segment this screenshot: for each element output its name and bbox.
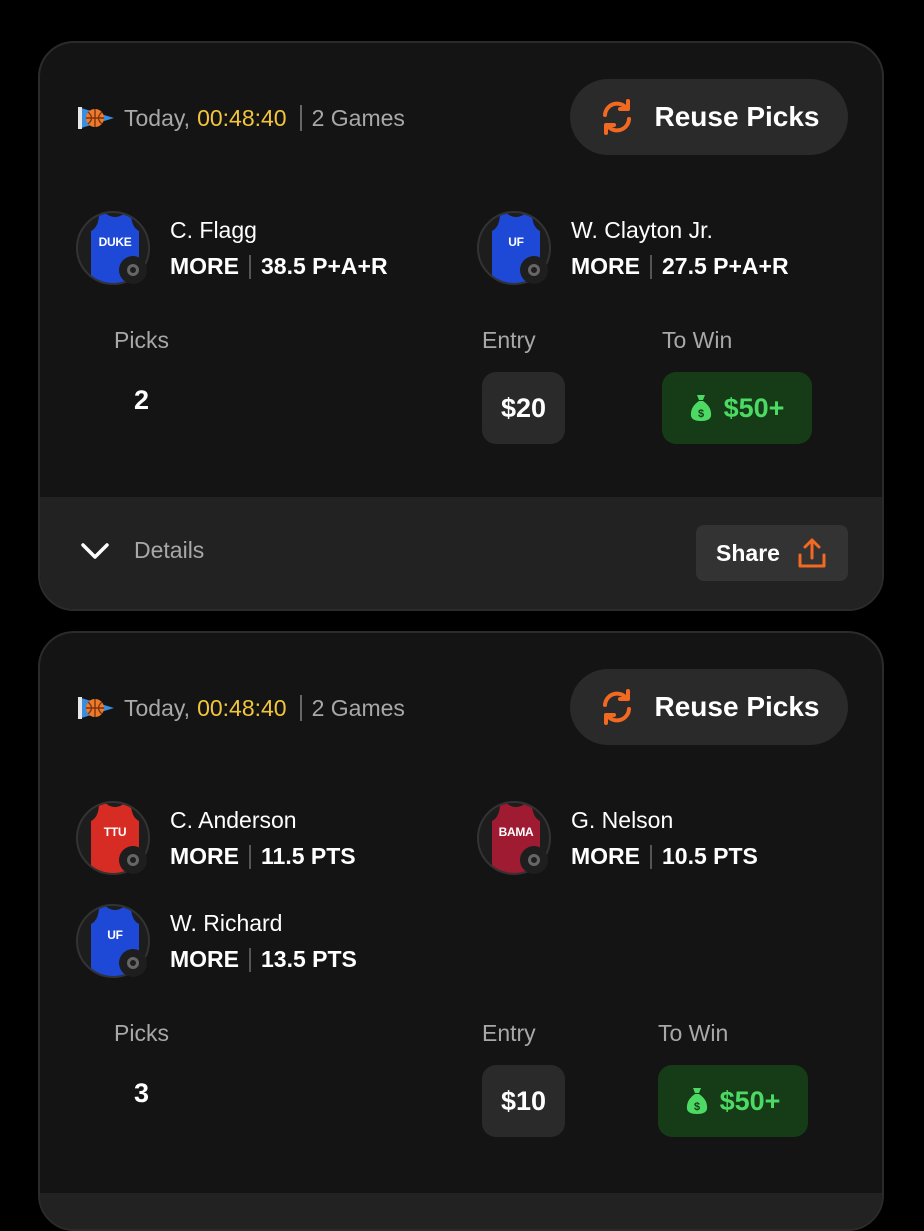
jersey-text: UF — [107, 928, 123, 942]
money-bag-icon — [690, 394, 712, 422]
pick-direction: MORE — [571, 843, 640, 869]
divider — [299, 105, 302, 131]
pick-status-icon — [119, 949, 147, 977]
pick-status-icon — [520, 846, 548, 874]
share-button[interactable]: Share — [696, 525, 848, 581]
share-upload-icon — [798, 538, 826, 568]
money-bag-icon — [686, 1087, 708, 1115]
reuse-picks-button[interactable]: Reuse Picks — [570, 79, 848, 155]
pick-item[interactable]: TTU C. Anderson MORE 11.5 PTS — [76, 801, 436, 881]
to-win-label: To Win — [662, 327, 733, 353]
pick-line: MORE 11.5 PTS — [170, 843, 356, 870]
pick-direction: MORE — [170, 843, 239, 869]
picks-label: Picks — [114, 1020, 169, 1046]
picks-label: Picks — [114, 327, 169, 353]
divider — [249, 844, 251, 869]
date-label: Today, — [124, 694, 191, 721]
pick-direction: MORE — [170, 253, 239, 279]
entry-amount: $10 — [482, 1065, 566, 1137]
jersey-text: TTU — [103, 825, 127, 839]
pick-line: MORE 13.5 PTS — [170, 946, 357, 973]
entry-card[interactable]: Today, 00:48:40 2 Games Reuse Picks DUKE… — [38, 41, 884, 611]
pick-stat-line: 27.5 P+A+R — [662, 253, 789, 279]
pick-line: MORE 27.5 P+A+R — [571, 253, 789, 280]
divider — [299, 695, 302, 721]
divider — [650, 844, 652, 869]
countdown-timer: 00:48:40 — [197, 694, 287, 721]
details-label: Details — [134, 537, 205, 563]
entry-card[interactable]: Today, 00:48:40 2 Games Reuse Picks TTU … — [38, 631, 884, 1231]
pick-direction: MORE — [170, 946, 239, 972]
pick-direction: MORE — [571, 253, 640, 279]
pick-item[interactable]: BAMA G. Nelson MORE 10.5 PTS — [477, 801, 837, 881]
picks-count: 2 — [134, 385, 150, 415]
basketball-pennant-icon — [76, 103, 116, 133]
jersey-text: DUKE — [98, 235, 132, 249]
divider — [249, 947, 251, 972]
entry-header: Today, 00:48:40 2 Games — [76, 103, 405, 133]
jersey-text: UF — [508, 235, 524, 249]
entry-amount: $20 — [482, 372, 566, 444]
card-footer — [40, 1193, 882, 1229]
pick-status-icon — [119, 256, 147, 284]
entry-header: Today, 00:48:40 2 Games — [76, 693, 405, 723]
reuse-picks-label: Reuse Picks — [654, 101, 820, 132]
to-win-value: $50+ — [723, 392, 785, 423]
card-footer: Details Share — [40, 497, 882, 609]
player-name: C. Anderson — [170, 807, 297, 833]
divider — [650, 254, 652, 279]
pick-line: MORE 38.5 P+A+R — [170, 253, 388, 280]
basketball-pennant-icon — [76, 693, 116, 723]
pick-item[interactable]: DUKE C. Flagg MORE 38.5 P+A+R — [76, 211, 436, 291]
jersey-text: BAMA — [498, 825, 534, 839]
reuse-picks-button[interactable]: Reuse Picks — [570, 669, 848, 745]
reuse-picks-label: Reuse Picks — [654, 691, 820, 722]
entry-label: Entry — [482, 327, 536, 353]
refresh-icon — [599, 99, 635, 135]
to-win-label: To Win — [658, 1020, 729, 1046]
pick-status-icon — [119, 846, 147, 874]
picks-count: 3 — [134, 1078, 150, 1108]
to-win-value: $50+ — [719, 1085, 781, 1116]
pick-item[interactable]: UF W. Clayton Jr. MORE 27.5 P+A+R — [477, 211, 837, 291]
countdown-timer: 00:48:40 — [197, 104, 287, 131]
player-name: W. Clayton Jr. — [571, 217, 713, 243]
player-name: W. Richard — [170, 910, 283, 936]
divider — [249, 254, 251, 279]
to-win-amount: $50+ — [658, 1065, 808, 1137]
chevron-down-icon — [81, 542, 109, 559]
pick-line: MORE 10.5 PTS — [571, 843, 758, 870]
pick-stat-line: 13.5 PTS — [261, 946, 357, 972]
games-count: 2 Games — [311, 694, 405, 721]
entry-label: Entry — [482, 1020, 536, 1046]
pick-stat-line: 10.5 PTS — [662, 843, 758, 869]
to-win-amount: $50+ — [662, 372, 812, 444]
player-name: G. Nelson — [571, 807, 674, 833]
pick-item[interactable]: UF W. Richard MORE 13.5 PTS — [76, 904, 436, 984]
games-count: 2 Games — [311, 104, 405, 131]
details-toggle[interactable]: Details — [80, 537, 204, 564]
player-name: C. Flagg — [170, 217, 257, 243]
share-label: Share — [716, 539, 780, 566]
refresh-icon — [599, 689, 635, 725]
date-label: Today, — [124, 104, 191, 131]
pick-status-icon — [520, 256, 548, 284]
pick-stat-line: 38.5 P+A+R — [261, 253, 388, 279]
pick-stat-line: 11.5 PTS — [261, 843, 356, 869]
